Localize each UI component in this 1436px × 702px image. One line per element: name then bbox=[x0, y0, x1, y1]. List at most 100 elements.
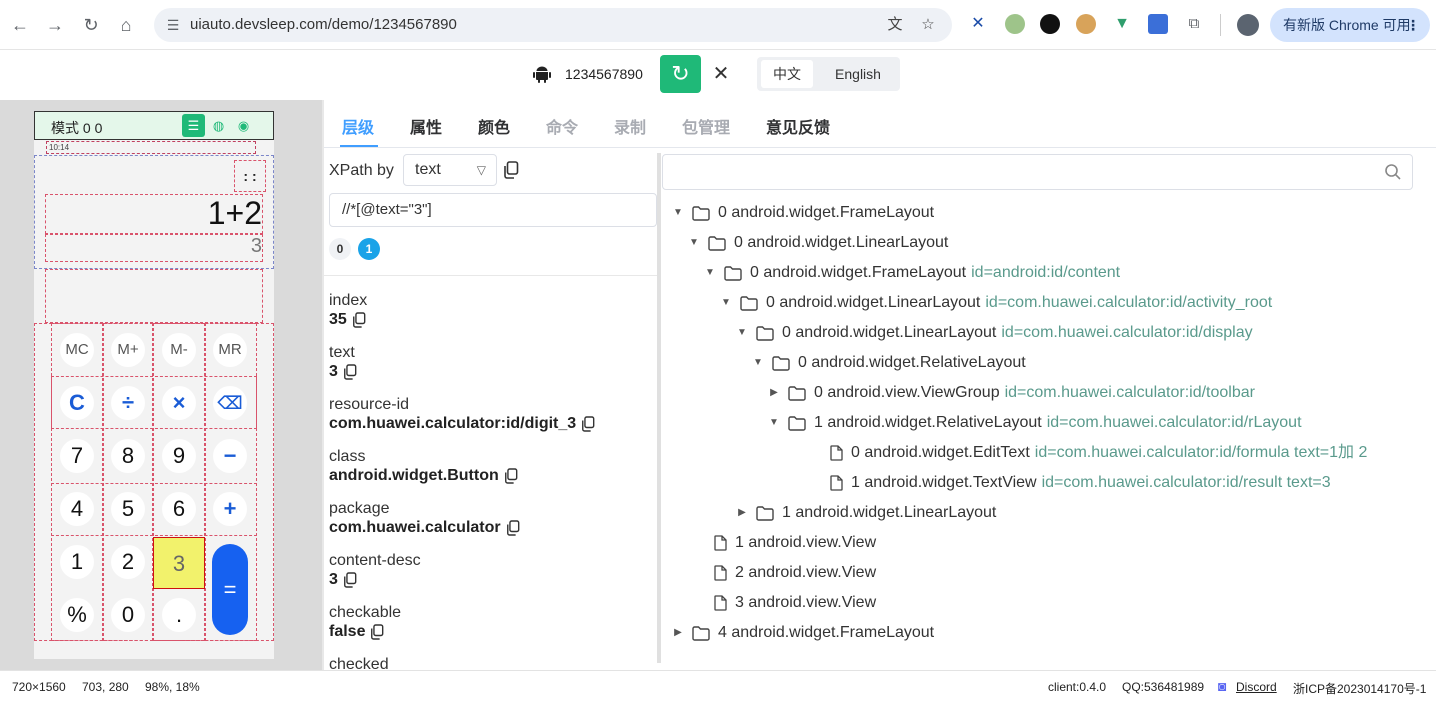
tree-node[interactable]: 1 android.widget.TextView id=com.huawei.c… bbox=[808, 468, 1331, 498]
refresh-button[interactable]: ↻ bbox=[660, 55, 701, 93]
chevron-down-icon[interactable]: ▼ bbox=[702, 258, 718, 288]
lang-zh-button[interactable]: 中文 bbox=[761, 60, 813, 88]
tree-node[interactable]: ▶ 0 android.view.ViewGroup id=com.huawei.c… bbox=[766, 378, 1255, 408]
tree-node[interactable]: ▼ 0 android.widget.RelativeLayout bbox=[750, 348, 1026, 378]
copy-icon[interactable] bbox=[504, 468, 518, 484]
chevron-right-icon[interactable]: ▶ bbox=[734, 498, 750, 528]
extension-translate-icon[interactable] bbox=[1148, 14, 1168, 34]
profile-avatar[interactable] bbox=[1237, 14, 1259, 36]
back-icon[interactable]: ← bbox=[8, 13, 32, 37]
key-plus[interactable]: + bbox=[213, 492, 247, 526]
copy-icon[interactable] bbox=[370, 624, 384, 640]
key-dot[interactable]: . bbox=[162, 598, 196, 632]
extension-green-icon[interactable] bbox=[1005, 14, 1025, 34]
key-7[interactable]: 7 bbox=[60, 439, 94, 473]
close-button[interactable]: ✕ bbox=[704, 55, 738, 93]
list-icon[interactable]: ☰ bbox=[182, 114, 205, 137]
copy-icon[interactable] bbox=[581, 416, 595, 432]
xpath-mode-select[interactable]: text ▽ bbox=[403, 154, 497, 186]
key-mc[interactable]: MC bbox=[60, 333, 94, 367]
key-percent[interactable]: % bbox=[60, 598, 94, 632]
xpath-result-1[interactable]: 1 bbox=[358, 238, 380, 260]
more-options-button[interactable]: : : bbox=[235, 161, 265, 191]
extension-x-icon[interactable]: ✕ bbox=[968, 14, 988, 34]
record-icon[interactable]: ◉ bbox=[232, 114, 255, 137]
key-9[interactable]: 9 bbox=[162, 439, 196, 473]
key-backspace[interactable]: ⌫ bbox=[213, 386, 247, 420]
properties-scrollbar[interactable] bbox=[657, 153, 661, 663]
key-3-selected[interactable]: 3 bbox=[153, 537, 205, 589]
key-m-plus[interactable]: M+ bbox=[111, 333, 145, 367]
tree-node[interactable]: 3 android.view.View bbox=[692, 588, 876, 618]
footer-icp-link[interactable]: 浙ICP备2023014170号-1 bbox=[1293, 680, 1426, 697]
formula-display[interactable]: 1+2 bbox=[208, 195, 262, 232]
search-icon[interactable] bbox=[1384, 163, 1402, 181]
key-6[interactable]: 6 bbox=[162, 492, 196, 526]
key-4[interactable]: 4 bbox=[60, 492, 94, 526]
address-url[interactable]: uiauto.devsleep.com/demo/1234567890 bbox=[190, 16, 457, 33]
key-2[interactable]: 2 bbox=[111, 545, 145, 579]
copy-icon[interactable] bbox=[352, 312, 366, 328]
chevron-down-icon[interactable]: ▼ bbox=[750, 348, 766, 378]
device-screen[interactable]: 模式 0 0 ☰ ◍ ◉ 10:14 : : 1+2 3 MC M+ M- MR… bbox=[34, 111, 274, 659]
chevron-down-icon[interactable]: ▼ bbox=[670, 198, 686, 228]
chrome-update-button[interactable]: 有新版 Chrome 可用 ⋮ bbox=[1270, 8, 1430, 42]
copy-icon[interactable] bbox=[506, 520, 520, 536]
key-divide[interactable]: ÷ bbox=[111, 386, 145, 420]
tree-node[interactable]: ▼ 1 android.widget.RelativeLayout id=com.h… bbox=[766, 408, 1301, 438]
extension-cookie-icon[interactable] bbox=[1076, 14, 1096, 34]
tree-node[interactable]: ▶ 1 android.widget.LinearLayout bbox=[734, 498, 996, 528]
result-display[interactable]: 3 bbox=[251, 235, 262, 258]
key-multiply[interactable]: × bbox=[162, 386, 196, 420]
key-clear[interactable]: C bbox=[60, 386, 94, 420]
lang-en-button[interactable]: English bbox=[819, 60, 897, 88]
xpath-result-0[interactable]: 0 bbox=[329, 238, 351, 260]
tab-command[interactable]: 命令 bbox=[546, 114, 578, 138]
copy-icon[interactable] bbox=[343, 364, 357, 380]
menu-dots-icon[interactable]: ⋮ bbox=[1406, 8, 1420, 42]
chevron-down-icon[interactable]: ▼ bbox=[718, 288, 734, 318]
tab-record[interactable]: 录制 bbox=[614, 114, 646, 138]
tab-hierarchy[interactable]: 层级 bbox=[342, 114, 374, 138]
chevron-down-icon[interactable]: ▼ bbox=[766, 408, 782, 438]
tab-attributes[interactable]: 属性 bbox=[410, 114, 442, 138]
tree-node[interactable]: ▼ 0 android.widget.LinearLayout bbox=[686, 228, 948, 258]
chevron-down-icon[interactable]: ▼ bbox=[686, 228, 702, 258]
tree-node[interactable]: ▼ 0 android.widget.LinearLayout id=com.hua… bbox=[734, 318, 1253, 348]
site-info-icon[interactable]: ☰ bbox=[164, 16, 182, 34]
key-5[interactable]: 5 bbox=[111, 492, 145, 526]
tree-node[interactable]: 2 android.view.View bbox=[692, 558, 876, 588]
tab-color[interactable]: 颜色 bbox=[478, 114, 510, 138]
copy-icon[interactable] bbox=[343, 572, 357, 588]
chevron-right-icon[interactable]: ▶ bbox=[766, 378, 782, 408]
tree-node[interactable]: ▶ 4 android.widget.FrameLayout bbox=[670, 618, 934, 648]
address-bar[interactable]: ☰ uiauto.devsleep.com/demo/1234567890 文 … bbox=[154, 8, 952, 42]
palette-icon[interactable]: ◍ bbox=[207, 114, 230, 137]
key-0[interactable]: 0 bbox=[111, 598, 145, 632]
bookmark-star-icon[interactable]: ☆ bbox=[919, 16, 937, 34]
chevron-down-icon[interactable]: ▼ bbox=[734, 318, 750, 348]
reload-icon[interactable]: ↻ bbox=[79, 13, 103, 37]
tree-node[interactable]: 1 android.view.View bbox=[692, 528, 876, 558]
xpath-input[interactable]: //*[@text="3"] bbox=[329, 193, 657, 227]
key-mr[interactable]: MR bbox=[213, 333, 247, 367]
key-1[interactable]: 1 bbox=[60, 545, 94, 579]
tree-node[interactable]: ▼ 0 android.widget.FrameLayout id=android:… bbox=[702, 258, 1120, 288]
hierarchy-search-input[interactable] bbox=[662, 154, 1413, 190]
extension-vue-icon[interactable]: ▼ bbox=[1112, 14, 1132, 34]
tab-feedback[interactable]: 意见反馈 bbox=[766, 114, 830, 138]
tree-node[interactable]: ▼ 0 android.widget.FrameLayout bbox=[670, 198, 934, 228]
home-icon[interactable]: ⌂ bbox=[114, 13, 138, 37]
tree-node[interactable]: ▼ 0 android.widget.LinearLayout id=com.hua… bbox=[718, 288, 1272, 318]
key-equals[interactable]: = bbox=[212, 544, 248, 635]
chevron-right-icon[interactable]: ▶ bbox=[670, 618, 686, 648]
extension-dark-icon[interactable] bbox=[1040, 14, 1060, 34]
tab-package[interactable]: 包管理 bbox=[682, 114, 730, 138]
tree-node[interactable]: 0 android.widget.EditText id=com.huawei.c… bbox=[808, 438, 1367, 468]
translate-icon[interactable]: 文 bbox=[886, 16, 904, 34]
forward-icon[interactable]: → bbox=[43, 13, 67, 37]
key-minus[interactable]: − bbox=[213, 439, 247, 473]
key-8[interactable]: 8 bbox=[111, 439, 145, 473]
key-m-minus[interactable]: M- bbox=[162, 333, 196, 367]
extensions-puzzle-icon[interactable]: ⧉ bbox=[1184, 14, 1204, 34]
